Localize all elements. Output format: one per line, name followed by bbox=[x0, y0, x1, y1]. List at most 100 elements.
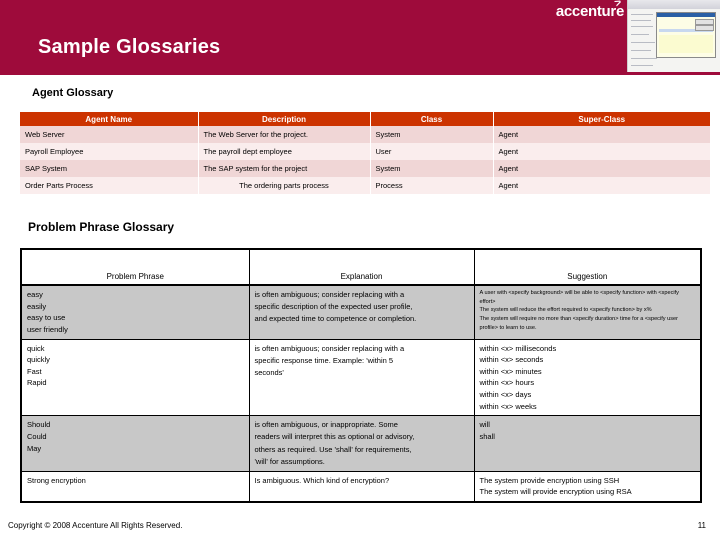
suggestion-line: within <x> days bbox=[479, 390, 532, 399]
table-cell: Process bbox=[370, 177, 494, 194]
explanation-line: and expected time to competence or compl… bbox=[254, 314, 417, 324]
thumbnail-text-line bbox=[631, 20, 651, 21]
table-header-row: Problem Phrase Explanation Suggestion bbox=[20, 248, 702, 286]
table-row: Should Could May is often ambiguous, or ina… bbox=[20, 415, 702, 472]
phrase-line: easy bbox=[27, 290, 43, 299]
table-row: Order Parts Process The ordering parts pr… bbox=[20, 177, 710, 194]
explanation-line: is often ambiguous; consider replacing w… bbox=[254, 343, 405, 353]
suggestion-line: within <x> seconds bbox=[479, 355, 544, 365]
accenture-logo: accenture bbox=[555, 3, 624, 20]
explanation-line: is often ambiguous, or inappropriate. So… bbox=[254, 420, 398, 430]
table-cell-explanation: is often ambiguous; consider replacing w… bbox=[248, 284, 475, 340]
thumbnail-dialog-panel bbox=[659, 35, 713, 53]
column-header-description: Description bbox=[198, 112, 371, 126]
header-banner: Sample Glossaries > accenture bbox=[0, 0, 720, 75]
table-cell: The Web Server for the project. bbox=[198, 126, 371, 143]
problem-phrase-glossary-heading: Problem Phrase Glossary bbox=[28, 220, 175, 234]
phrase-line: easy to use bbox=[27, 313, 66, 323]
table-cell: Agent bbox=[493, 126, 710, 143]
suggestion-line: The system will reduce the effort requir… bbox=[479, 307, 652, 314]
problem-phrase-glossary-table: Problem Phrase Explanation Suggestion ea… bbox=[20, 248, 702, 504]
phrase-line: quickly bbox=[27, 355, 50, 365]
table-cell: System bbox=[370, 126, 494, 143]
explanation-line: readers will interpret this as optional … bbox=[254, 432, 415, 442]
phrase-line: Fast bbox=[27, 366, 42, 376]
copyright-notice: Copyright © 2008 Accenture All Rights Re… bbox=[8, 521, 183, 530]
thumbnail-dialog bbox=[656, 12, 716, 58]
suggestion-line: within <x> minutes bbox=[479, 366, 542, 376]
thumbnail-text-line bbox=[631, 14, 653, 15]
phrase-line: Could bbox=[27, 431, 47, 441]
table-row: Payroll Employee The payroll dept employe… bbox=[20, 143, 710, 160]
phrase-line: easily bbox=[27, 301, 47, 311]
column-header-suggestion: Suggestion bbox=[473, 248, 702, 286]
table-cell: Agent bbox=[493, 160, 710, 177]
thumbnail-text-line bbox=[631, 34, 649, 35]
explanation-line: seconds' bbox=[254, 367, 284, 377]
thumbnail-text-line bbox=[631, 58, 657, 59]
table-cell: SAP System bbox=[20, 160, 199, 177]
table-header-row: Agent Name Description Class Super-Class bbox=[20, 112, 710, 126]
explanation-line: specific response time. Example: 'within… bbox=[254, 355, 394, 365]
thumbnail-dialog-button bbox=[695, 25, 714, 31]
phrase-line: quick bbox=[27, 343, 45, 353]
explanation-line: is often ambiguous; consider replacing w… bbox=[254, 290, 405, 299]
table-cell-suggestion: A user with <specify background> will be… bbox=[473, 284, 702, 340]
screenshot-thumbnail-image bbox=[627, 0, 720, 72]
phrase-line: user friendly bbox=[27, 324, 68, 334]
column-header-agent-name: Agent Name bbox=[20, 112, 199, 126]
table-cell-phrase: easy easily easy to use user friendly bbox=[20, 284, 250, 340]
column-header-super-class: Super-Class bbox=[493, 112, 710, 126]
table-cell: The ordering parts process bbox=[198, 177, 371, 194]
table-cell: Web Server bbox=[20, 126, 199, 143]
table-cell-explanation: Is ambiguous. Which kind of encryption? bbox=[248, 470, 475, 503]
suggestion-line: within <x> milliseconds bbox=[479, 343, 557, 353]
thumbnail-text-line bbox=[631, 42, 655, 43]
column-header-explanation: Explanation bbox=[248, 248, 475, 286]
table-cell: The payroll dept employee bbox=[198, 143, 371, 160]
table-cell: User bbox=[370, 143, 494, 160]
table-cell-explanation: is often ambiguous, or inappropriate. So… bbox=[248, 415, 475, 472]
phrase-line: May bbox=[27, 443, 42, 453]
table-cell: Agent bbox=[493, 177, 710, 194]
table-cell-phrase: quick quickly Fast Rapid bbox=[20, 338, 250, 417]
table-cell-suggestion: will shall bbox=[473, 415, 702, 472]
suggestion-line: A user with <specify background> will be… bbox=[479, 290, 679, 305]
thumbnail-text-line bbox=[631, 26, 653, 27]
page-number: 11 bbox=[697, 521, 706, 530]
table-row: Web Server The Web Server for the project… bbox=[20, 126, 710, 143]
phrase-line: Rapid bbox=[27, 378, 47, 388]
column-header-class: Class bbox=[370, 112, 494, 126]
page-title: Sample Glossaries bbox=[38, 36, 221, 58]
table-cell-explanation: is often ambiguous; consider replacing w… bbox=[248, 338, 475, 417]
suggestion-line: The system will require no more than <sp… bbox=[479, 315, 679, 331]
table-row: SAP System The SAP system for the project… bbox=[20, 160, 710, 177]
phrase-line: Should bbox=[27, 420, 51, 430]
table-cell: Agent bbox=[493, 143, 710, 160]
suggestion-line: shall bbox=[479, 431, 495, 441]
explanation-line: 'will' for assumptions. bbox=[254, 456, 325, 466]
thumbnail-text-line bbox=[631, 50, 651, 51]
agent-glossary-table: Agent Name Description Class Super-Class… bbox=[20, 112, 710, 194]
table-cell: The SAP system for the project bbox=[198, 160, 371, 177]
table-row: Strong encryption Is ambiguous. Which kin… bbox=[20, 470, 702, 503]
suggestion-line: The system will provide encryption using… bbox=[479, 487, 632, 497]
table-cell: Payroll Employee bbox=[20, 143, 199, 160]
table-cell-phrase: Should Could May bbox=[20, 415, 250, 472]
suggestion-line: within <x> weeks bbox=[479, 401, 537, 411]
suggestion-line: within <x> hours bbox=[479, 378, 535, 388]
explanation-line: specific description of the expected use… bbox=[254, 302, 413, 312]
suggestion-line: The system provide encryption using SSH bbox=[479, 475, 620, 485]
table-cell: Order Parts Process bbox=[20, 177, 199, 194]
table-cell-phrase: Strong encryption bbox=[20, 470, 250, 503]
suggestion-line: will bbox=[479, 420, 490, 430]
table-cell: System bbox=[370, 160, 494, 177]
table-row: easy easily easy to use user friendly is oft… bbox=[20, 284, 702, 340]
explanation-line: Is ambiguous. Which kind of encryption? bbox=[254, 475, 390, 485]
thumbnail-dialog-titlebar bbox=[657, 13, 715, 17]
thumbnail-text-line bbox=[631, 65, 653, 66]
table-cell-suggestion: within <x> milliseconds within <x> second… bbox=[473, 338, 702, 417]
table-cell-suggestion: The system provide encryption using SSH T… bbox=[473, 470, 702, 503]
thumbnail-toolbar bbox=[628, 0, 720, 9]
phrase-line: Strong encryption bbox=[27, 475, 86, 485]
